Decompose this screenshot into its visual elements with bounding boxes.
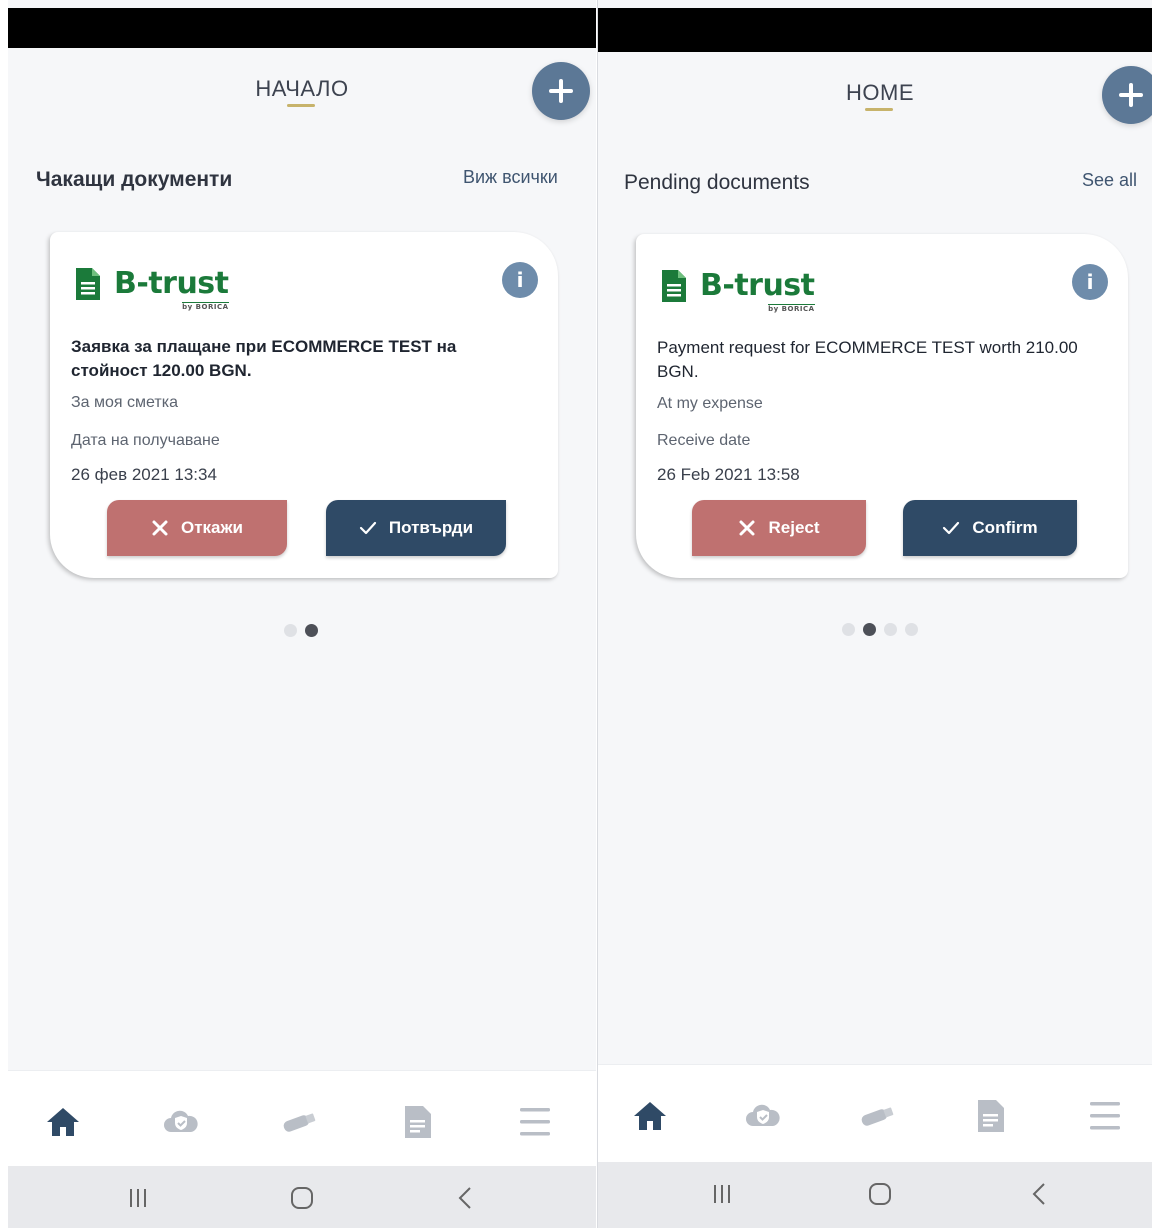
add-button[interactable] bbox=[1102, 66, 1152, 124]
carousel-dots[interactable] bbox=[842, 623, 918, 636]
carousel-dot[interactable] bbox=[842, 623, 855, 636]
document-description: Заявка за плащане при ECOMMERCE TEST на … bbox=[71, 337, 457, 380]
document-description: Payment request for ECOMMERCE TEST worth… bbox=[657, 338, 1078, 381]
carousel-dot-active[interactable] bbox=[863, 623, 876, 636]
reject-label: Откажи bbox=[180, 518, 243, 537]
info-icon[interactable]: i bbox=[1072, 264, 1108, 300]
document-logo-icon bbox=[662, 270, 686, 302]
check-icon bbox=[359, 521, 377, 535]
plus-icon bbox=[549, 79, 573, 103]
receive-datetime: 26 Feb 2021 13:58 bbox=[657, 465, 800, 484]
btrust-logo: B-trust by BORICA bbox=[660, 268, 815, 313]
menu-icon[interactable] bbox=[1082, 1093, 1128, 1139]
confirm-label: Потвърди bbox=[388, 518, 474, 537]
app-screen-bulgarian: НАЧАЛО Чакащи документи Виж всички B-tru… bbox=[8, 0, 596, 1228]
usb-token-icon[interactable] bbox=[854, 1093, 900, 1139]
document-icon[interactable] bbox=[394, 1099, 440, 1145]
close-icon bbox=[739, 520, 755, 536]
status-bar bbox=[598, 8, 1152, 52]
bottom-navigation bbox=[598, 1064, 1152, 1163]
document-icon[interactable] bbox=[967, 1093, 1013, 1139]
section-title: Чакащи документи bbox=[36, 168, 233, 191]
carousel-dot[interactable] bbox=[905, 623, 918, 636]
logo-text: B-trust bbox=[700, 268, 815, 303]
back-icon[interactable] bbox=[446, 1178, 486, 1218]
page-title: HOME bbox=[846, 80, 914, 105]
back-icon[interactable] bbox=[1020, 1174, 1060, 1214]
logo-subtext: by BORICA bbox=[768, 304, 815, 313]
plus-icon bbox=[1119, 83, 1143, 107]
carousel-dot-active[interactable] bbox=[305, 624, 318, 637]
confirm-label: Confirm bbox=[972, 518, 1038, 537]
document-logo-icon bbox=[76, 268, 100, 300]
logo-subtext: by BORICA bbox=[182, 302, 229, 311]
check-icon bbox=[943, 521, 960, 535]
receive-date-label: Дата на получаване bbox=[71, 432, 220, 449]
receive-date-label: Receive date bbox=[657, 432, 751, 449]
page-title: НАЧАЛО bbox=[255, 76, 349, 101]
status-bar bbox=[8, 8, 596, 48]
recent-apps-icon[interactable] bbox=[702, 1174, 742, 1214]
reject-button[interactable]: Откажи bbox=[107, 500, 287, 556]
info-icon[interactable]: i bbox=[502, 262, 538, 298]
home-icon[interactable] bbox=[40, 1099, 86, 1145]
app-screen-english: HOME Pending documents See all B-trust b… bbox=[597, 0, 1152, 1228]
logo-text: B-trust bbox=[114, 266, 229, 301]
pending-document-card[interactable]: B-trust by BORICA i Заявка за плащане пр… bbox=[50, 232, 558, 578]
see-all-link[interactable]: Виж всички bbox=[463, 167, 558, 188]
carousel-dot[interactable] bbox=[884, 623, 897, 636]
close-icon bbox=[152, 520, 168, 536]
menu-icon[interactable] bbox=[512, 1099, 558, 1145]
home-circle-icon[interactable] bbox=[860, 1174, 900, 1214]
see-all-link[interactable]: See all bbox=[1082, 170, 1137, 191]
system-navigation-bar bbox=[8, 1166, 596, 1228]
receive-datetime: 26 фев 2021 13:34 bbox=[71, 465, 217, 484]
reject-label: Reject bbox=[768, 518, 820, 537]
btrust-logo: B-trust by BORICA bbox=[74, 266, 229, 311]
home-circle-icon[interactable] bbox=[282, 1178, 322, 1218]
cloud-shield-icon[interactable] bbox=[740, 1093, 786, 1139]
confirm-button[interactable]: Confirm bbox=[903, 500, 1077, 556]
section-title: Pending documents bbox=[624, 171, 810, 194]
cloud-shield-icon[interactable] bbox=[158, 1099, 204, 1145]
expense-label: За моя сметка bbox=[71, 394, 178, 411]
bottom-navigation bbox=[8, 1070, 596, 1167]
add-button[interactable] bbox=[532, 62, 590, 120]
usb-token-icon[interactable] bbox=[276, 1099, 322, 1145]
expense-label: At my expense bbox=[657, 395, 763, 412]
reject-button[interactable]: Reject bbox=[692, 500, 866, 556]
title-underline bbox=[865, 108, 893, 111]
carousel-dot[interactable] bbox=[284, 624, 297, 637]
pending-document-card[interactable]: B-trust by BORICA i Payment request for … bbox=[636, 234, 1128, 578]
carousel-dots[interactable] bbox=[284, 624, 318, 637]
title-underline bbox=[287, 104, 315, 107]
home-icon[interactable] bbox=[627, 1093, 673, 1139]
recent-apps-icon[interactable] bbox=[118, 1178, 158, 1218]
system-navigation-bar bbox=[598, 1162, 1152, 1228]
confirm-button[interactable]: Потвърди bbox=[326, 500, 506, 556]
